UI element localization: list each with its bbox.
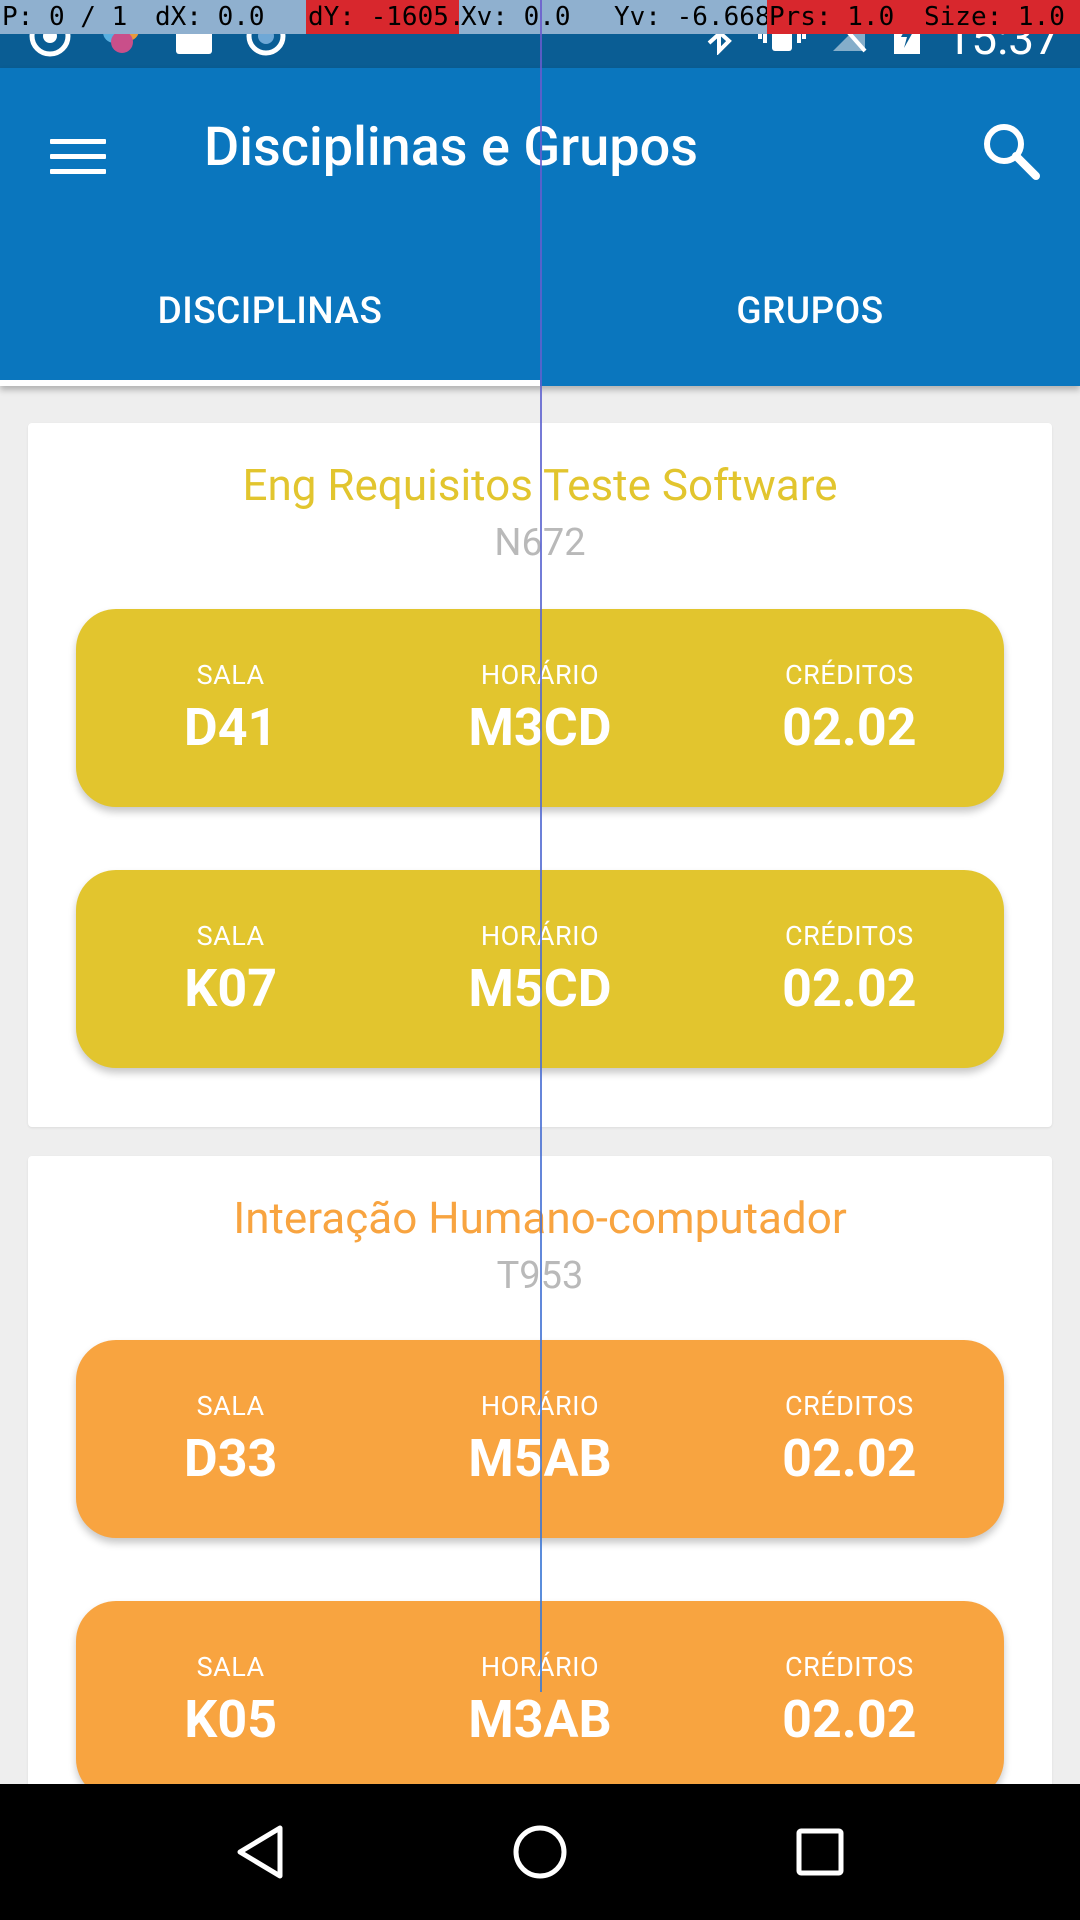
credits-label: CRÉDITOS — [785, 920, 914, 952]
search-icon[interactable] — [978, 118, 1044, 184]
debug-yv: Yv: -6.668 — [614, 2, 767, 32]
pointer-trace-line — [540, 0, 542, 1692]
credits-value: 02.02 — [782, 1428, 917, 1489]
credits-label: CRÉDITOS — [785, 659, 914, 691]
credits-column: CRÉDITOS 02.02 — [695, 1340, 1004, 1538]
debug-dx: dX: 0.0 — [155, 2, 265, 32]
room-column: SALA K07 — [76, 870, 385, 1068]
room-label: SALA — [196, 920, 265, 952]
room-label: SALA — [196, 659, 265, 691]
room-label: SALA — [196, 1651, 265, 1683]
credits-value: 02.02 — [782, 958, 917, 1019]
debug-pressure: Prs: 1.0 — [767, 0, 922, 34]
debug-size: Size: 1.0 — [922, 0, 1080, 34]
navigation-bar — [0, 1784, 1080, 1920]
debug-xv: Xv: 0.0 — [461, 2, 571, 32]
page-title: Disciplinas e Grupos — [204, 116, 699, 179]
tab-grupos[interactable]: GRUPOS — [540, 236, 1080, 386]
tab-disciplinas[interactable]: DISCIPLINAS — [0, 236, 540, 386]
room-column: SALA D41 — [76, 609, 385, 807]
room-column: SALA K05 — [76, 1601, 385, 1784]
credits-column: CRÉDITOS 02.02 — [695, 1601, 1004, 1784]
recents-icon[interactable] — [780, 1812, 860, 1892]
credits-label: CRÉDITOS — [785, 1390, 914, 1422]
credits-column: CRÉDITOS 02.02 — [695, 870, 1004, 1068]
room-value: K07 — [184, 958, 278, 1019]
credits-column: CRÉDITOS 02.02 — [695, 609, 1004, 807]
menu-icon[interactable] — [50, 126, 110, 186]
room-value: D33 — [183, 1428, 278, 1489]
back-icon[interactable] — [220, 1812, 300, 1892]
debug-dy: dY: -1605.0 — [306, 0, 459, 34]
debug-pointer-count: P: 0 / 1 — [2, 2, 128, 32]
room-label: SALA — [196, 1390, 265, 1422]
home-icon[interactable] — [500, 1812, 580, 1892]
credits-value: 02.02 — [782, 697, 917, 758]
room-value: K05 — [184, 1689, 278, 1750]
room-column: SALA D33 — [76, 1340, 385, 1538]
credits-value: 02.02 — [782, 1689, 917, 1750]
time-value: M3AB — [468, 1689, 612, 1750]
credits-label: CRÉDITOS — [785, 1651, 914, 1683]
room-value: D41 — [183, 697, 278, 758]
